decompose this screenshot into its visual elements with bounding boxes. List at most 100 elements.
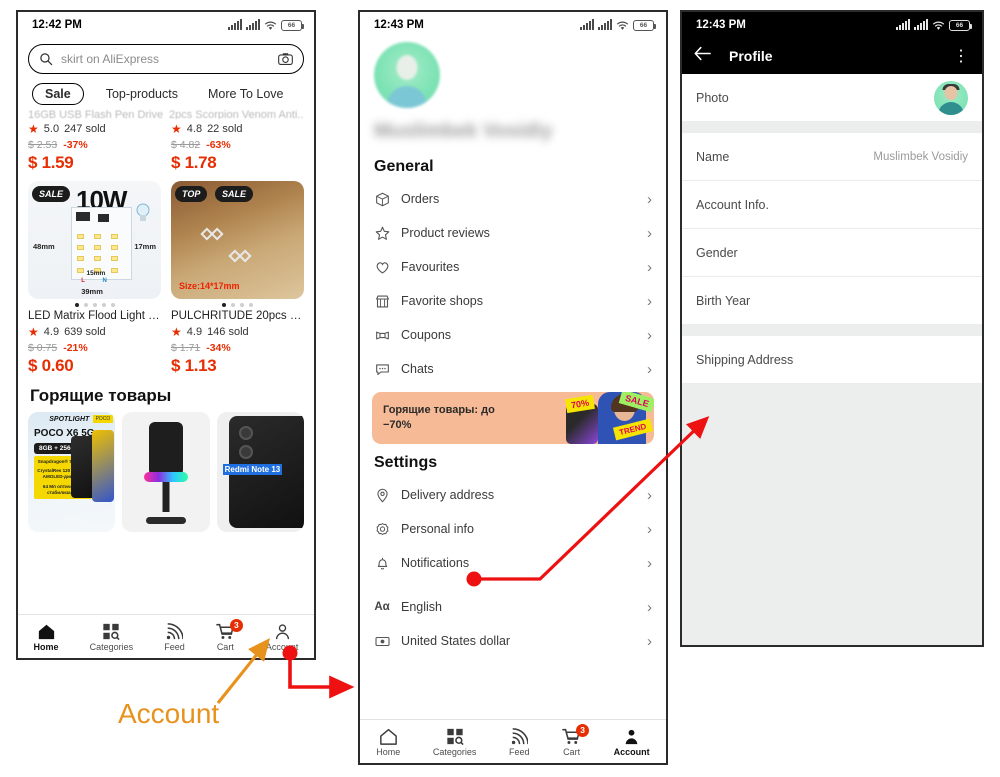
nav-label: Account — [613, 746, 650, 757]
menu-item-language[interactable]: Aα English › — [360, 590, 666, 624]
rating-value: 4.8 — [186, 123, 203, 135]
empty-area — [682, 384, 982, 645]
tab-top-products[interactable]: Top-products — [98, 84, 186, 104]
hot-card[interactable] — [122, 412, 210, 532]
product-grid-top: ★ 5.0 247 sold $ 2.53 -37% $ 1.59 ★ 4.8 … — [18, 119, 314, 173]
image-carousel-dots[interactable] — [28, 299, 161, 308]
star-icon: ★ — [28, 325, 39, 339]
product-card[interactable]: ★ 5.0 247 sold $ 2.53 -37% $ 1.59 — [28, 119, 161, 173]
nav-item-account[interactable]: Account — [614, 727, 650, 757]
page-title: Profile — [729, 48, 773, 64]
menu-label: Personal info — [401, 522, 474, 536]
status-bar: 12:42 PM 66 — [18, 12, 314, 38]
chevron-right-icon: › — [647, 520, 652, 538]
phone-account-screen: 12:43 PM 66 Muslimbek Vosidiy General Or — [358, 10, 668, 765]
clipped-product-titles: 16GB USB Flash Pen Drive ... 2pcs Scorpi… — [18, 109, 314, 119]
signal-bars-2-icon — [598, 19, 612, 30]
status-icons: 66 — [896, 19, 972, 31]
current-price: $ 1.59 — [28, 153, 74, 172]
product-card[interactable]: TOP SALE Size:14*17mm PULCHRITUDE 20pcs … — [171, 181, 304, 376]
signal-bars-icon — [896, 19, 910, 30]
nav-item-home[interactable]: Home — [34, 622, 59, 652]
image-carousel-dots[interactable] — [171, 299, 304, 308]
nav-item-account[interactable]: Account — [266, 622, 298, 652]
discount-badge: -21% — [63, 342, 88, 354]
avatar[interactable] — [374, 42, 440, 108]
menu-item-personal-info[interactable]: Personal info › — [360, 512, 666, 546]
signal-bars-2-icon — [246, 19, 260, 30]
location-pin-icon — [374, 487, 390, 503]
nav-item-feed[interactable]: Feed — [509, 727, 530, 757]
kebab-menu-icon[interactable]: ⋮ — [953, 46, 970, 66]
product-card[interactable]: SALE 10W 48mm 17mm 15mm 39mm L N LED Mat… — [28, 181, 161, 376]
hot-deals-row: SPOTLIGHT POCO POCO X6 5G 8GB + 256GB Sn… — [18, 412, 314, 532]
product-image-led[interactable]: SALE 10W 48mm 17mm 15mm 39mm L N — [28, 181, 161, 299]
product-card[interactable]: ★ 4.8 22 sold $ 4.82 -63% $ 1.78 — [171, 119, 304, 173]
product-image-pendants[interactable]: TOP SALE Size:14*17mm — [171, 181, 304, 299]
nav-item-categories[interactable]: Categories — [433, 727, 476, 757]
menu-item-orders[interactable]: Orders › — [360, 182, 666, 216]
signal-bars-icon — [580, 19, 594, 30]
promo-banner[interactable]: Горящие товары: до −70% 70% SALE TREND — [372, 392, 654, 444]
nav-item-feed[interactable]: Feed — [164, 622, 185, 652]
categories-icon — [446, 727, 464, 745]
menu-item-coupons[interactable]: Coupons › — [360, 318, 666, 352]
menu-item-product-reviews[interactable]: Product reviews › — [360, 216, 666, 250]
spotlight-brand: SPOTLIGHT — [49, 416, 90, 423]
cart-icon: 3 — [216, 618, 243, 640]
tab-sale[interactable]: Sale — [32, 83, 84, 105]
search-input[interactable]: skirt on AliExpress — [28, 44, 304, 74]
hot-card[interactable]: Redmi Note 13 — [216, 412, 304, 532]
clipped-title-1: 16GB USB Flash Pen Drive ... — [28, 109, 163, 119]
avatar[interactable] — [934, 80, 968, 115]
nav-item-cart[interactable]: 3 Cart — [562, 723, 590, 757]
menu-item-chats[interactable]: Chats › — [360, 352, 666, 386]
rating-value: 5.0 — [43, 123, 60, 135]
menu-item-favorite-shops[interactable]: Favorite shops › — [360, 284, 666, 318]
profile-row-account-info[interactable]: Account Info. — [682, 181, 982, 229]
signal-bars-icon — [228, 19, 242, 30]
menu-divider — [360, 580, 666, 590]
tab-more-to-love[interactable]: More To Love — [200, 84, 292, 104]
row-label: Account Info. — [696, 197, 769, 212]
star-icon: ★ — [171, 325, 182, 339]
nav-item-cart[interactable]: 3 Cart — [216, 618, 243, 652]
profile-row-photo[interactable]: Photo — [682, 74, 982, 122]
discount-badge: -63% — [206, 139, 231, 151]
search-area: skirt on AliExpress — [18, 38, 314, 78]
discount-badge: -34% — [206, 342, 231, 354]
menu-item-delivery-address[interactable]: Delivery address › — [360, 478, 666, 512]
camera-icon[interactable] — [278, 52, 293, 66]
account-icon — [274, 622, 291, 640]
nav-item-home[interactable]: Home — [376, 727, 400, 757]
phone-profile-screen: 12:43 PM 66 Profile ⋮ Photo Name Muslimb… — [680, 10, 984, 647]
profile-row-birth-year[interactable]: Birth Year — [682, 277, 982, 325]
hot-card[interactable]: SPOTLIGHT POCO POCO X6 5G 8GB + 256GB Sn… — [28, 412, 116, 532]
sold-count: 22 sold — [207, 123, 243, 135]
menu-label: Notifications — [401, 556, 470, 570]
old-price: $ 1.71 — [171, 342, 201, 354]
profile-row-name[interactable]: Name Muslimbek Vosidiy — [682, 133, 982, 181]
old-price: $ 4.82 — [171, 139, 201, 151]
chevron-right-icon: › — [647, 326, 652, 344]
bell-icon — [374, 555, 390, 571]
current-price: $ 1.78 — [171, 153, 217, 172]
battery-icon: 66 — [281, 19, 304, 31]
live-terminal-label: L — [81, 278, 85, 284]
nav-label: Cart — [216, 641, 234, 652]
home-icon — [379, 727, 398, 745]
nav-label: Feed — [164, 641, 185, 652]
menu-item-favourites[interactable]: Favourites › — [360, 250, 666, 284]
menu-item-notifications[interactable]: Notifications › — [360, 546, 666, 580]
profile-row-gender[interactable]: Gender — [682, 229, 982, 277]
account-user-name: Muslimbek Vosidiy — [374, 120, 553, 142]
nav-item-categories[interactable]: Categories — [90, 622, 133, 652]
status-bar: 12:43 PM 66 — [360, 12, 666, 38]
profile-row-shipping-address[interactable]: Shipping Address — [682, 336, 982, 384]
menu-item-currency[interactable]: United States dollar › — [360, 624, 666, 658]
clipped-title-2: 2pcs Scorpion Venom Anti... — [169, 109, 304, 119]
back-arrow-icon[interactable] — [694, 46, 711, 66]
camera-lens — [238, 445, 253, 459]
app-bar: Profile ⋮ — [682, 38, 982, 74]
microphone-base — [145, 517, 186, 524]
